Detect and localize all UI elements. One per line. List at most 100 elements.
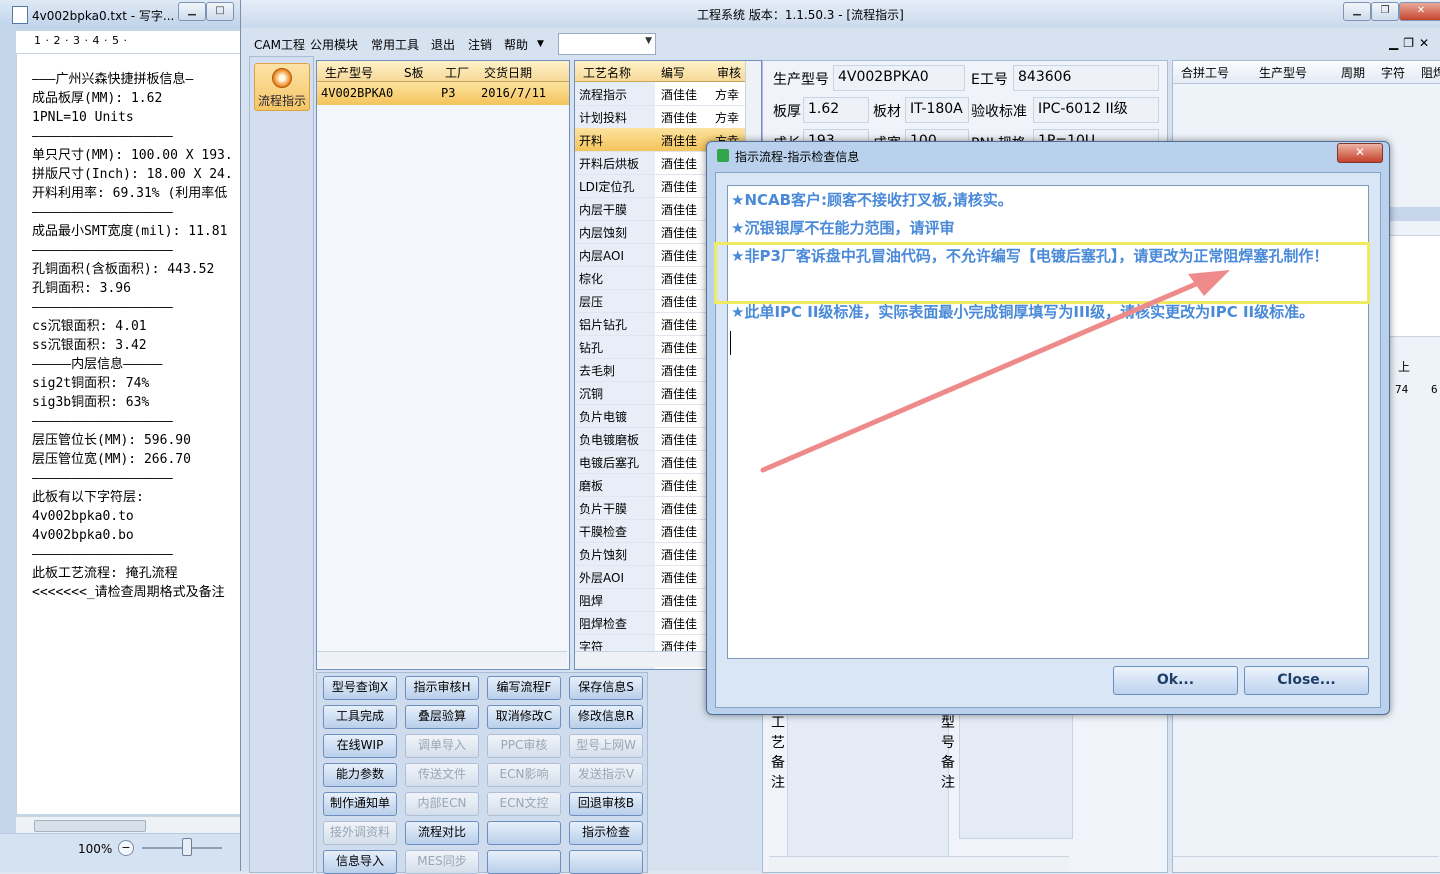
action-button[interactable]: ECN影响 [487, 763, 561, 787]
model-note-box[interactable] [959, 709, 1073, 839]
cell-process-name: 磨板 [579, 479, 604, 493]
message-textbox[interactable]: ★NCAB客户:顾客不接收打叉板,请核实。 ★沉银银厚不在能力范围，请评审 ★非… [714, 185, 1370, 659]
cell-model: 4V002BPKA0 [321, 86, 394, 100]
thickness-field[interactable]: 1.62 [803, 97, 869, 123]
menu-logout[interactable]: 注销 [468, 36, 492, 53]
cell-writer: 酒佳佳 [661, 594, 698, 608]
app-title-bar[interactable]: 工程系统 版本：1.1.50.3 - [流程指示] ▁ ❐ ✕ [241, 0, 1440, 28]
document-line: —————————————————— [32, 471, 173, 486]
action-button[interactable]: 能力参数 [323, 763, 397, 787]
menu-combo-box[interactable]: ▼ [558, 33, 656, 55]
nav-flow-indicator-button[interactable]: 流程指示 [254, 63, 310, 111]
side-subgrid[interactable]: 上 [1387, 235, 1440, 374]
document-line: 成品最小SMT宽度(mil): 11.81 [32, 224, 228, 239]
cell-writer: 酒佳佳 [661, 479, 698, 493]
horizontal-scrollbar[interactable] [317, 651, 567, 667]
action-button[interactable]: 在线WIP [323, 734, 397, 758]
action-button[interactable]: 内部ECN [405, 792, 479, 816]
col-reviewer[interactable]: 审核 [717, 64, 741, 81]
restore-icon[interactable]: ❐ [1371, 2, 1399, 21]
wordpad-title-bar[interactable]: 4v002bpka0.txt - 写字... ▁ □ [0, 0, 246, 28]
mdi-window-buttons[interactable]: ▁❐✕ [1389, 36, 1434, 50]
col-factory[interactable]: 工厂 [445, 64, 469, 81]
document-line: —————————————————— [32, 414, 173, 429]
action-button[interactable]: 编写流程F [487, 676, 561, 700]
material-field[interactable]: IT-180A [905, 97, 969, 123]
table-row[interactable]: 4V002BPKA0 P3 2016/7/11 [317, 82, 569, 105]
menu-common-tools[interactable]: 常用工具 [371, 36, 419, 53]
action-button[interactable]: 传送文件 [405, 763, 479, 787]
action-button[interactable]: 保存信息S [569, 676, 643, 700]
minimize-icon[interactable]: ▁ [178, 2, 206, 21]
scroll-thumb[interactable] [34, 820, 146, 832]
dialog-title-bar[interactable]: 指示流程-指示检查信息 ✕ [707, 142, 1389, 168]
cell-process-name: 电镀后塞孔 [579, 456, 640, 470]
document-line: cs沉银面积: 4.01 [32, 319, 147, 334]
col-model[interactable]: 生产型号 [1259, 64, 1307, 81]
standard-field[interactable]: IPC-6012 II级 [1033, 97, 1159, 123]
action-button[interactable]: 接外调资料 [323, 821, 397, 845]
action-button[interactable]: MES同步 [405, 850, 479, 874]
process-row[interactable]: 流程指示 酒佳佳 方幸 [575, 82, 747, 106]
col-cycle[interactable]: 周期 [1341, 64, 1365, 81]
cell-writer: 酒佳佳 [661, 226, 698, 240]
menu-help[interactable]: 帮助 [504, 36, 528, 53]
action-button[interactable]: 制作通知单 [323, 792, 397, 816]
col-delivery-date[interactable]: 交货日期 [484, 64, 532, 81]
flow-icon [272, 68, 292, 88]
document-text[interactable]: ———广州兴森快捷拼板信息— 成品板厚(MM): 1.62 1PNL=10 Unit… [32, 70, 247, 602]
document-line: —————————————————— [32, 129, 173, 144]
col-s-board[interactable]: S板 [404, 64, 424, 81]
cell-process-name: 开料后烘板 [579, 157, 640, 171]
menu-dropdown-icon[interactable]: ▼ [537, 39, 544, 49]
material-label: 板材 [873, 104, 901, 120]
action-button[interactable]: 工具完成 [323, 705, 397, 729]
action-button[interactable]: 修改信息R [569, 705, 643, 729]
process-note-box[interactable] [787, 709, 949, 871]
menu-cam[interactable]: CAM工程 [254, 36, 305, 53]
action-button[interactable]: 调单导入 [405, 734, 479, 758]
ruler[interactable]: 1 · 2 · 3 · 4 · 5 · [16, 31, 246, 54]
col-solder-mask[interactable]: 阻焊 [1421, 64, 1440, 81]
col-model[interactable]: 生产型号 [325, 64, 373, 81]
minimize-icon[interactable]: ▁ [1343, 2, 1371, 21]
model-field[interactable]: 4V002BPKA0 [833, 65, 965, 91]
menu-public-module[interactable]: 公用模块 [310, 36, 358, 53]
col-silkscreen[interactable]: 字符 [1381, 64, 1405, 81]
close-icon[interactable]: ✕ [1399, 2, 1440, 21]
maximize-icon[interactable]: □ [206, 2, 234, 21]
process-row[interactable]: 计划投料 酒佳佳 方幸 [575, 105, 747, 129]
col-writer[interactable]: 编写 [661, 64, 685, 81]
horizontal-scrollbar[interactable] [769, 856, 1069, 872]
e-number-field[interactable]: 843606 [1013, 65, 1159, 91]
horizontal-scrollbar[interactable] [1173, 856, 1439, 872]
action-button[interactable]: 发送指示V [569, 763, 643, 787]
action-button[interactable]: ECN文控 [487, 792, 561, 816]
close-button[interactable]: Close... [1244, 666, 1369, 695]
col-process-name[interactable]: 工艺名称 [583, 64, 631, 81]
action-button[interactable]: 信息导入 [323, 850, 397, 874]
action-button[interactable]: 型号上网W [569, 734, 643, 758]
ok-button[interactable]: Ok... [1113, 666, 1238, 695]
action-button[interactable]: 取消修改C [487, 705, 561, 729]
menu-exit[interactable]: 退出 [431, 36, 455, 53]
empty-action-button[interactable] [487, 850, 561, 874]
horizontal-scrollbar[interactable] [16, 816, 240, 833]
action-button[interactable]: 型号查询X [323, 676, 397, 700]
order-grid[interactable]: 生产型号 S板 工厂 交货日期 4V002BPKA0 P3 2016/7/11 [316, 60, 570, 670]
action-button[interactable]: 流程对比 [405, 821, 479, 845]
col-combined-job[interactable]: 合拼工号 [1181, 64, 1229, 81]
action-button[interactable]: 回退审核B [569, 792, 643, 816]
document-page[interactable]: ———广州兴森快捷拼板信息— 成品板厚(MM): 1.62 1PNL=10 Unit… [16, 54, 247, 814]
action-button[interactable]: PPC审核 [487, 734, 561, 758]
zoom-slider-thumb[interactable] [182, 838, 192, 856]
action-button[interactable]: 叠层验算 [405, 705, 479, 729]
action-button[interactable]: 指示审核H [405, 676, 479, 700]
empty-action-button[interactable] [487, 821, 561, 845]
dialog-close-icon[interactable]: ✕ [1337, 143, 1383, 163]
action-button[interactable]: 指示检查 [569, 821, 643, 845]
empty-action-button[interactable] [569, 850, 643, 874]
document-line: —————————————————— [32, 300, 173, 315]
zoom-out-icon[interactable]: − [118, 840, 134, 856]
cell-process-name: 负片蚀刻 [579, 548, 628, 562]
